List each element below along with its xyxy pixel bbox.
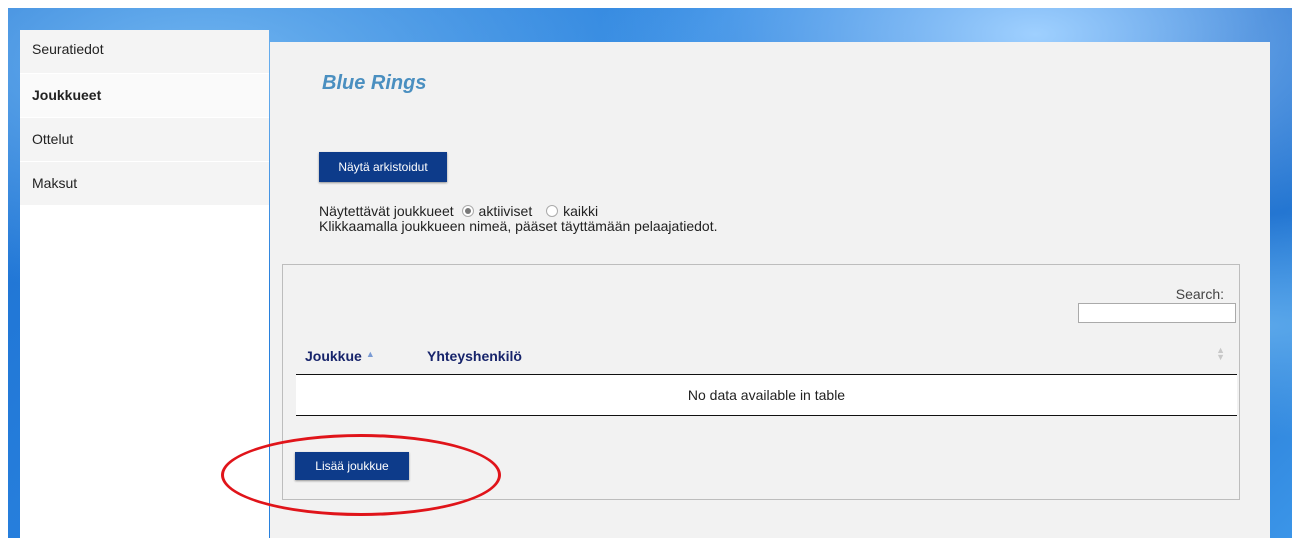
filter-option-active[interactable]: aktiiviset xyxy=(479,203,533,219)
table-row: No data available in table xyxy=(296,375,1237,416)
sort-ascending-icon: ▲ xyxy=(365,349,375,359)
filter-label: Näytettävät joukkueet xyxy=(319,203,454,219)
sidebar: Seuratiedot Joukkueet Ottelut Maksut xyxy=(20,30,269,538)
page-title: Blue Rings xyxy=(322,72,427,94)
radio-unchecked-icon[interactable] xyxy=(546,205,559,217)
teams-table-panel: Search: Joukkue ▲ Yhteyshenkilö ▲ ▼ No dat… xyxy=(282,264,1240,500)
add-team-button[interactable]: Lisää joukkue xyxy=(295,452,409,480)
main-content: Blue Rings Näytä arkistoidut Näytettävät… xyxy=(270,42,1270,538)
radio-checked-icon[interactable] xyxy=(461,205,474,217)
sidebar-item-ottelut[interactable]: Ottelut xyxy=(20,118,269,161)
sidebar-item-joukkueet[interactable]: Joukkueet xyxy=(20,74,269,117)
column-header-team-label: Joukkue xyxy=(305,348,362,364)
table-header: Joukkue ▲ Yhteyshenkilö ▲ ▼ xyxy=(296,340,1237,375)
sidebar-item-seuratiedot[interactable]: Seuratiedot xyxy=(20,30,269,73)
search-input[interactable] xyxy=(1078,303,1236,323)
team-filter: Näytettävät joukkueet aktiiviset kaikki … xyxy=(319,204,717,234)
sort-both-icon: ▲ ▼ xyxy=(1216,345,1225,362)
column-header-team[interactable]: Joukkue ▲ xyxy=(305,348,375,364)
hint-text: Klikkaamalla joukkueen nimeä, pääset täy… xyxy=(319,218,718,234)
show-archived-button[interactable]: Näytä arkistoidut xyxy=(319,152,447,182)
search-label: Search: xyxy=(1175,286,1224,302)
filter-option-all[interactable]: kaikki xyxy=(563,203,598,219)
teams-table: Joukkue ▲ Yhteyshenkilö ▲ ▼ No data availa… xyxy=(296,340,1237,416)
column-header-contact[interactable]: Yhteyshenkilö xyxy=(427,348,522,364)
sidebar-item-maksut[interactable]: Maksut xyxy=(20,162,269,205)
